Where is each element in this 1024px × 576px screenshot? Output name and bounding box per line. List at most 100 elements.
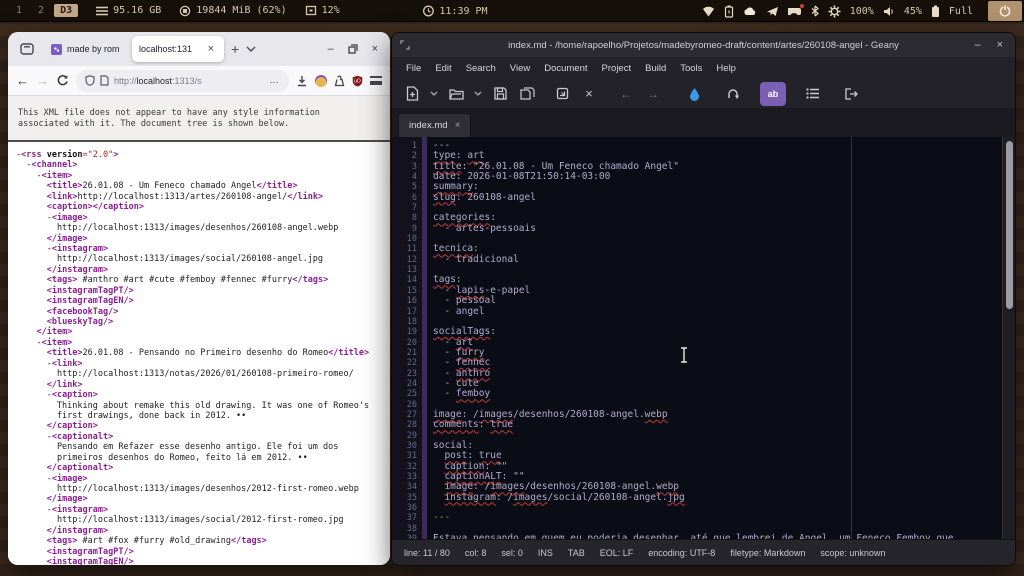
browser-tab-localhost[interactable]: localhost:131 × [132, 36, 224, 62]
browser-tab-madebyromeo[interactable]: made by rom [44, 36, 128, 62]
back-button[interactable]: ← [16, 73, 29, 88]
replace-button[interactable]: ab [760, 81, 786, 106]
editor-line[interactable]: - femboy [433, 389, 1002, 399]
editor-line[interactable]: Estava pensando em quem eu poderia desen… [433, 533, 1002, 539]
editor-line[interactable]: slug: 260108-angel [433, 192, 1002, 203]
xml-line: http://localhost:1313/notas/2026/01/2601… [16, 369, 354, 380]
userscript-monkey-icon[interactable] [315, 74, 327, 87]
workspace-2[interactable]: 2 [32, 4, 50, 17]
editor-line[interactable]: image: /images/desenhos/260108-angel.web… [433, 409, 1002, 420]
editor-line[interactable]: - lapis-e-papel [433, 285, 1002, 296]
menu-build[interactable]: Build [639, 61, 672, 76]
geany-titlebar[interactable]: index.md - /home/rapoelho/Projetos/madeb… [392, 33, 1015, 57]
menu-view[interactable]: View [504, 61, 536, 76]
save-all-button[interactable] [517, 83, 537, 105]
clock-icon [422, 5, 434, 17]
browser-close-button[interactable]: × [372, 43, 378, 55]
downloads-icon[interactable] [296, 75, 308, 87]
color-chooser-button[interactable] [684, 83, 704, 105]
editor-line[interactable]: - anthro [433, 368, 1002, 379]
share-extension-icon[interactable] [334, 74, 345, 87]
document-list-button[interactable] [803, 83, 823, 105]
menu-icon[interactable] [370, 76, 382, 85]
new-tab-button[interactable]: + [228, 41, 242, 57]
list-tabs-icon[interactable] [246, 46, 256, 52]
editor-line[interactable] [433, 203, 1002, 213]
geany-close-button[interactable]: × [997, 39, 1003, 51]
workspace-D3[interactable]: D3 [54, 4, 79, 17]
close-document-button[interactable]: × [579, 83, 599, 105]
menu-search[interactable]: Search [460, 61, 502, 76]
editor-line[interactable] [433, 234, 1002, 244]
browser-navbar: ← → http://localhost:1313/s … uO [8, 66, 390, 96]
forward-button[interactable]: → [36, 73, 49, 88]
editor-scrollbar[interactable] [1002, 137, 1015, 539]
power-button[interactable] [988, 1, 1022, 21]
editor-line[interactable]: - fennec [433, 358, 1002, 368]
tab-close-icon[interactable]: × [205, 43, 217, 56]
workspace-1[interactable]: 1 [10, 4, 28, 17]
battery-full-icon[interactable] [931, 5, 940, 18]
ublock-icon[interactable]: uO [352, 75, 363, 87]
editor-line[interactable]: - cute [433, 378, 1002, 389]
page-info-icon[interactable] [100, 75, 109, 86]
bluetooth-icon[interactable] [811, 5, 819, 17]
scrollbar-thumb[interactable] [1006, 141, 1013, 309]
editor-line[interactable]: instagram: /images/social/260108-angel.j… [433, 492, 1002, 503]
editor-tab-close-icon[interactable]: × [455, 120, 461, 131]
editor-line[interactable]: - angel [433, 306, 1002, 317]
nav-forward-button[interactable]: → [643, 83, 663, 105]
editor-line[interactable]: --- [433, 140, 1002, 151]
firefox-view-button[interactable] [14, 37, 40, 61]
line-number: 13 [406, 265, 417, 276]
save-button[interactable] [490, 83, 510, 105]
page-actions-icon[interactable]: … [269, 75, 280, 86]
editor-line[interactable] [433, 431, 1002, 441]
menu-document[interactable]: Document [538, 61, 593, 76]
editor-line[interactable]: date: 2026-01-08T21:50:14-03:00 [433, 171, 1002, 182]
line-number: 9 [411, 223, 417, 234]
editor-line[interactable]: - furry [433, 347, 1002, 358]
menu-tools[interactable]: Tools [674, 61, 708, 76]
editor-line[interactable]: socialTags: [433, 327, 1002, 337]
editor-line[interactable]: comments: true [433, 420, 1002, 430]
browser-restore-button[interactable] [347, 44, 358, 54]
quit-button[interactable] [842, 83, 862, 105]
editor-line[interactable]: social: [433, 440, 1002, 451]
editor-line[interactable] [433, 503, 1002, 513]
editor-line[interactable]: - artes-pessoais [433, 223, 1002, 234]
menu-project[interactable]: Project [596, 61, 638, 76]
battery-charging-icon[interactable] [724, 5, 734, 18]
editor-line[interactable] [433, 265, 1002, 275]
nav-back-button[interactable]: ← [616, 83, 636, 105]
gamepad-icon[interactable] [787, 4, 804, 16]
reload-icon[interactable] [56, 74, 69, 87]
jump-to-button[interactable] [723, 83, 743, 105]
open-file-button[interactable] [446, 83, 466, 105]
code-lines[interactable]: --- type: art title: "26.01.08 - Um Feneco… [427, 137, 1002, 539]
editor-line[interactable]: - tradicional [433, 254, 1002, 265]
menu-edit[interactable]: Edit [429, 61, 457, 76]
new-file-button[interactable] [402, 83, 422, 105]
gear-icon[interactable] [828, 5, 841, 18]
editor-tab-indexmd[interactable]: index.md × [398, 113, 472, 137]
cloud-icon[interactable] [743, 6, 757, 16]
revert-button[interactable] [552, 83, 572, 105]
new-file-dropdown[interactable] [429, 83, 439, 105]
editor-line[interactable]: - art [433, 337, 1002, 348]
editor-line[interactable]: post: true [433, 451, 1002, 461]
line-number: 17 [406, 306, 417, 317]
wifi-icon[interactable] [702, 6, 715, 17]
editor-line[interactable]: - pessoal [433, 295, 1002, 306]
open-file-dropdown[interactable] [473, 83, 483, 105]
telegram-icon[interactable] [766, 6, 779, 17]
geany-minimize-button[interactable]: – [974, 39, 980, 51]
tracking-shield-icon[interactable] [85, 75, 95, 86]
menu-help[interactable]: Help [710, 61, 742, 76]
menu-file[interactable]: File [400, 61, 427, 76]
url-bar[interactable]: http://localhost:1313/s … [76, 69, 289, 92]
volume-icon[interactable] [883, 6, 895, 17]
editor-line[interactable] [433, 317, 1002, 327]
editor-line[interactable]: --- [433, 513, 1002, 523]
browser-minimize-button[interactable]: – [327, 43, 333, 55]
